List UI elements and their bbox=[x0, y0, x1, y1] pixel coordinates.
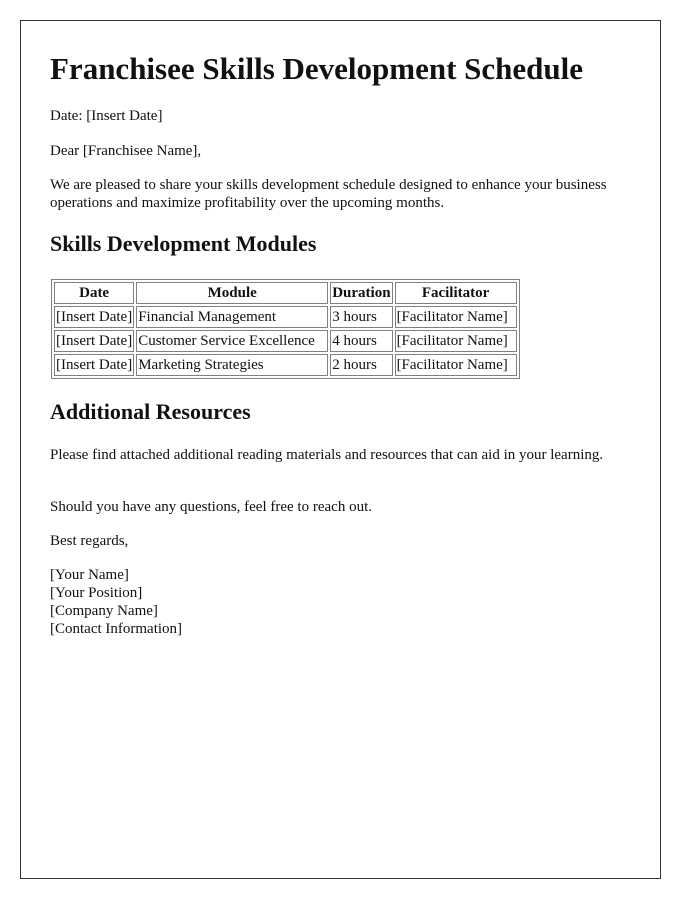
signature-block: [Your Name] [Your Position] [Company Nam… bbox=[50, 566, 182, 638]
table-row: [Insert Date] Customer Service Excellenc… bbox=[54, 330, 517, 352]
cell-date: [Insert Date] bbox=[54, 306, 135, 328]
cell-facilitator: [Facilitator Name] bbox=[394, 354, 517, 376]
cell-date: [Insert Date] bbox=[54, 354, 135, 376]
table-header-row: Date Module Duration Facilitator bbox=[54, 282, 517, 304]
header-facilitator: Facilitator bbox=[394, 282, 517, 304]
cell-duration: 4 hours bbox=[330, 330, 393, 352]
salutation: Dear [Franchisee Name], bbox=[50, 143, 202, 159]
modules-table: Date Module Duration Facilitator [Insert… bbox=[51, 279, 520, 379]
resources-heading: Additional Resources bbox=[50, 399, 251, 424]
page-title: Franchisee Skills Development Schedule bbox=[50, 51, 584, 86]
signature-name: [Your Name] bbox=[50, 567, 129, 583]
cell-module: Customer Service Excellence bbox=[136, 330, 329, 352]
letter-page: Franchisee Skills Development Schedule D… bbox=[20, 20, 661, 879]
intro-paragraph: We are pleased to share your skills deve… bbox=[50, 177, 607, 211]
signature-position: [Your Position] bbox=[50, 585, 143, 601]
modules-heading: Skills Development Modules bbox=[50, 231, 317, 256]
cell-module: Financial Management bbox=[136, 306, 329, 328]
cell-date: [Insert Date] bbox=[54, 330, 135, 352]
table-row: [Insert Date] Marketing Strategies 2 hou… bbox=[54, 354, 517, 376]
cell-facilitator: [Facilitator Name] bbox=[394, 306, 517, 328]
resources-paragraph: Please find attached additional reading … bbox=[50, 447, 604, 463]
header-duration: Duration bbox=[330, 282, 393, 304]
signature-contact: [Contact Information] bbox=[50, 621, 183, 637]
cell-module: Marketing Strategies bbox=[136, 354, 329, 376]
table-row: [Insert Date] Financial Management 3 hou… bbox=[54, 306, 517, 328]
header-date: Date bbox=[54, 282, 135, 304]
signature-company: [Company Name] bbox=[50, 603, 158, 619]
date-line: Date: [Insert Date] bbox=[50, 108, 163, 124]
cell-duration: 3 hours bbox=[330, 306, 393, 328]
cell-duration: 2 hours bbox=[330, 354, 393, 376]
cell-facilitator: [Facilitator Name] bbox=[394, 330, 517, 352]
header-module: Module bbox=[136, 282, 329, 304]
questions-line: Should you have any questions, feel free… bbox=[50, 499, 372, 515]
closing-line: Best regards, bbox=[50, 533, 129, 549]
